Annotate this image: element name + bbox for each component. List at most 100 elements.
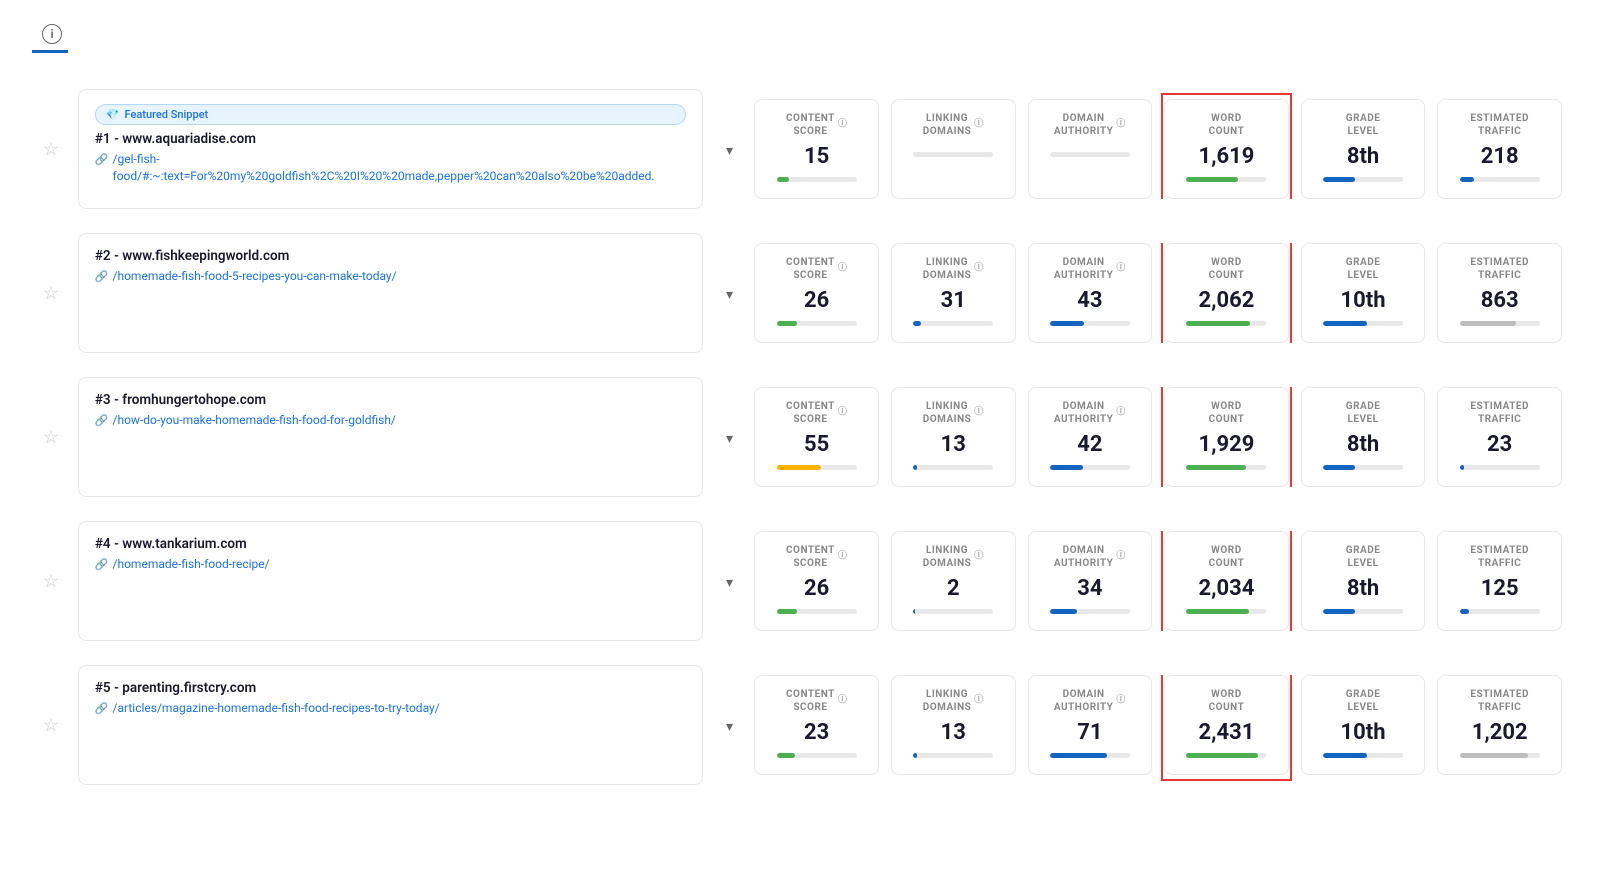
grade-level-value: 10th: [1341, 288, 1386, 313]
word-count-bar-track: [1186, 753, 1266, 758]
word-count-cell: WORDCOUNT 1,619: [1158, 77, 1295, 221]
table-row: ☆ #4 - www.tankarium.com 🔗 /homemade-fis…: [32, 509, 1568, 653]
word-count-bar-fill: [1186, 321, 1250, 326]
domain-authority-label: DOMAINAUTHORITY ⓘ: [1054, 112, 1126, 138]
estimated-traffic-card: ESTIMATEDTRAFFIC 125: [1437, 531, 1562, 631]
domain-authority-card: DOMAINAUTHORITY ⓘ 34: [1028, 531, 1153, 631]
estimated-traffic-bar-track: [1460, 753, 1540, 758]
word-count-label: WORDCOUNT: [1209, 256, 1245, 282]
domain-authority-bar-track: [1050, 321, 1130, 326]
competitor-url-text: /articles/magazine-homemade-fish-food-re…: [113, 700, 440, 717]
content-score-bar-track: [777, 753, 857, 758]
star-button[interactable]: ☆: [43, 715, 59, 736]
word-count-bar-track: [1186, 177, 1266, 182]
content-score-value: 55: [804, 432, 829, 457]
page-header: i: [32, 24, 1568, 53]
competitor-url[interactable]: 🔗 /homemade-fish-food-5-recipes-you-can-…: [95, 268, 686, 285]
linking-domains-cell: LINKINGDOMAINS ⓘ: [885, 77, 1022, 221]
expand-cell: ▾: [711, 509, 749, 653]
linking-domains-info-icon[interactable]: ⓘ: [974, 407, 984, 419]
word-count-bar-track: [1186, 609, 1266, 614]
word-count-card: WORDCOUNT 2,062: [1164, 243, 1289, 343]
domain-authority-label: DOMAINAUTHORITY ⓘ: [1054, 400, 1126, 426]
expand-button[interactable]: ▾: [726, 430, 733, 447]
linking-domains-value: 31: [941, 288, 966, 313]
domain-authority-info-icon[interactable]: ⓘ: [1116, 263, 1126, 275]
competitor-info-cell: #5 - parenting.firstcry.com 🔗 /articles/…: [70, 653, 711, 797]
star-button[interactable]: ☆: [43, 427, 59, 448]
competitor-url[interactable]: 🔗 /homemade-fish-food-recipe/: [95, 556, 686, 573]
expand-button[interactable]: ▾: [726, 286, 733, 303]
linking-domains-info-icon[interactable]: ⓘ: [974, 695, 984, 707]
expand-button[interactable]: ▾: [726, 574, 733, 591]
content-score-card: CONTENTSCORE ⓘ 15: [754, 99, 879, 199]
domain-authority-info-icon[interactable]: ⓘ: [1116, 551, 1126, 563]
expand-button[interactable]: ▾: [726, 718, 733, 735]
domain-authority-bar-fill: [1050, 465, 1084, 470]
competitor-url[interactable]: 🔗 /how-do-you-make-homemade-fish-food-fo…: [95, 412, 686, 429]
domain-authority-info-icon[interactable]: ⓘ: [1116, 695, 1126, 707]
grade-level-label: GRADELEVEL: [1346, 112, 1381, 138]
content-score-info-icon[interactable]: ⓘ: [838, 551, 848, 563]
content-score-card: CONTENTSCORE ⓘ 26: [754, 243, 879, 343]
title-info-icon[interactable]: i: [42, 24, 62, 44]
table-row: ☆ #3 - fromhungertohope.com 🔗 /how-do-yo…: [32, 365, 1568, 509]
competitor-url[interactable]: 🔗 /gel-fish-food/#:~:text=For%20my%20gol…: [95, 151, 686, 185]
content-score-info-icon[interactable]: ⓘ: [838, 695, 848, 707]
domain-authority-info-icon[interactable]: ⓘ: [1116, 407, 1126, 419]
grade-level-label: GRADELEVEL: [1346, 400, 1381, 426]
domain-authority-bar-track: [1050, 465, 1130, 470]
word-count-cell: WORDCOUNT 2,062: [1158, 221, 1295, 365]
linking-domains-cell: LINKINGDOMAINS ⓘ 13: [885, 365, 1022, 509]
word-count-cell: WORDCOUNT 2,034: [1158, 509, 1295, 653]
linking-domains-bar-fill: [913, 609, 915, 614]
content-score-bar-fill: [777, 753, 795, 758]
content-score-info-icon[interactable]: ⓘ: [838, 119, 848, 131]
linking-domains-info-icon[interactable]: ⓘ: [974, 263, 984, 275]
competitor-card: #4 - www.tankarium.com 🔗 /homemade-fish-…: [78, 521, 703, 641]
domain-authority-bar-track: [1050, 609, 1130, 614]
grade-level-bar-track: [1323, 465, 1403, 470]
content-score-cell: CONTENTSCORE ⓘ 26: [748, 509, 885, 653]
word-count-bar-fill: [1186, 609, 1248, 614]
featured-snippet-badge: 💎 Featured Snippet: [95, 104, 686, 125]
content-score-info-icon[interactable]: ⓘ: [838, 263, 848, 275]
star-button[interactable]: ☆: [43, 139, 59, 160]
estimated-traffic-label: ESTIMATEDTRAFFIC: [1470, 544, 1529, 570]
linking-domains-value: 2: [947, 576, 960, 601]
content-score-label: CONTENTSCORE ⓘ: [786, 112, 847, 138]
grade-level-bar-fill: [1323, 753, 1367, 758]
domain-authority-info-icon[interactable]: ⓘ: [1116, 119, 1126, 131]
grade-level-bar-track: [1323, 321, 1403, 326]
estimated-traffic-bar-fill: [1460, 753, 1528, 758]
star-button[interactable]: ☆: [43, 283, 59, 304]
linking-domains-info-icon[interactable]: ⓘ: [974, 119, 984, 131]
grade-level-bar-track: [1323, 753, 1403, 758]
domain-authority-label: DOMAINAUTHORITY ⓘ: [1054, 688, 1126, 714]
estimated-traffic-bar-track: [1460, 177, 1540, 182]
domain-authority-cell: DOMAINAUTHORITY ⓘ: [1022, 77, 1159, 221]
table-row: ☆ 💎 Featured Snippet #1 - www.aquariadis…: [32, 77, 1568, 221]
domain-authority-bar-track: [1050, 152, 1130, 157]
linking-domains-info-icon[interactable]: ⓘ: [974, 551, 984, 563]
expand-button[interactable]: ▾: [726, 142, 733, 159]
grade-level-value: 8th: [1347, 576, 1379, 601]
linking-domains-label: LINKINGDOMAINS ⓘ: [923, 256, 984, 282]
word-count-card: WORDCOUNT 1,619: [1164, 99, 1289, 199]
content-score-label: CONTENTSCORE ⓘ: [786, 544, 847, 570]
star-button[interactable]: ☆: [43, 571, 59, 592]
content-score-value: 23: [804, 720, 829, 745]
content-score-value: 26: [804, 288, 829, 313]
linking-domains-cell: LINKINGDOMAINS ⓘ 2: [885, 509, 1022, 653]
grade-level-card: GRADELEVEL 10th: [1301, 675, 1426, 775]
estimated-traffic-value: 125: [1481, 576, 1519, 601]
content-score-info-icon[interactable]: ⓘ: [838, 407, 848, 419]
competitor-url[interactable]: 🔗 /articles/magazine-homemade-fish-food-…: [95, 700, 686, 717]
word-count-container: WORDCOUNT 1,619: [1164, 99, 1289, 199]
competitor-title: #5 - parenting.firstcry.com: [95, 680, 686, 696]
link-icon: 🔗: [95, 701, 109, 716]
expand-cell: ▾: [711, 221, 749, 365]
featured-snippet-label: Featured Snippet: [125, 108, 209, 121]
word-count-label: WORDCOUNT: [1209, 544, 1245, 570]
linking-domains-bar-track: [913, 753, 993, 758]
